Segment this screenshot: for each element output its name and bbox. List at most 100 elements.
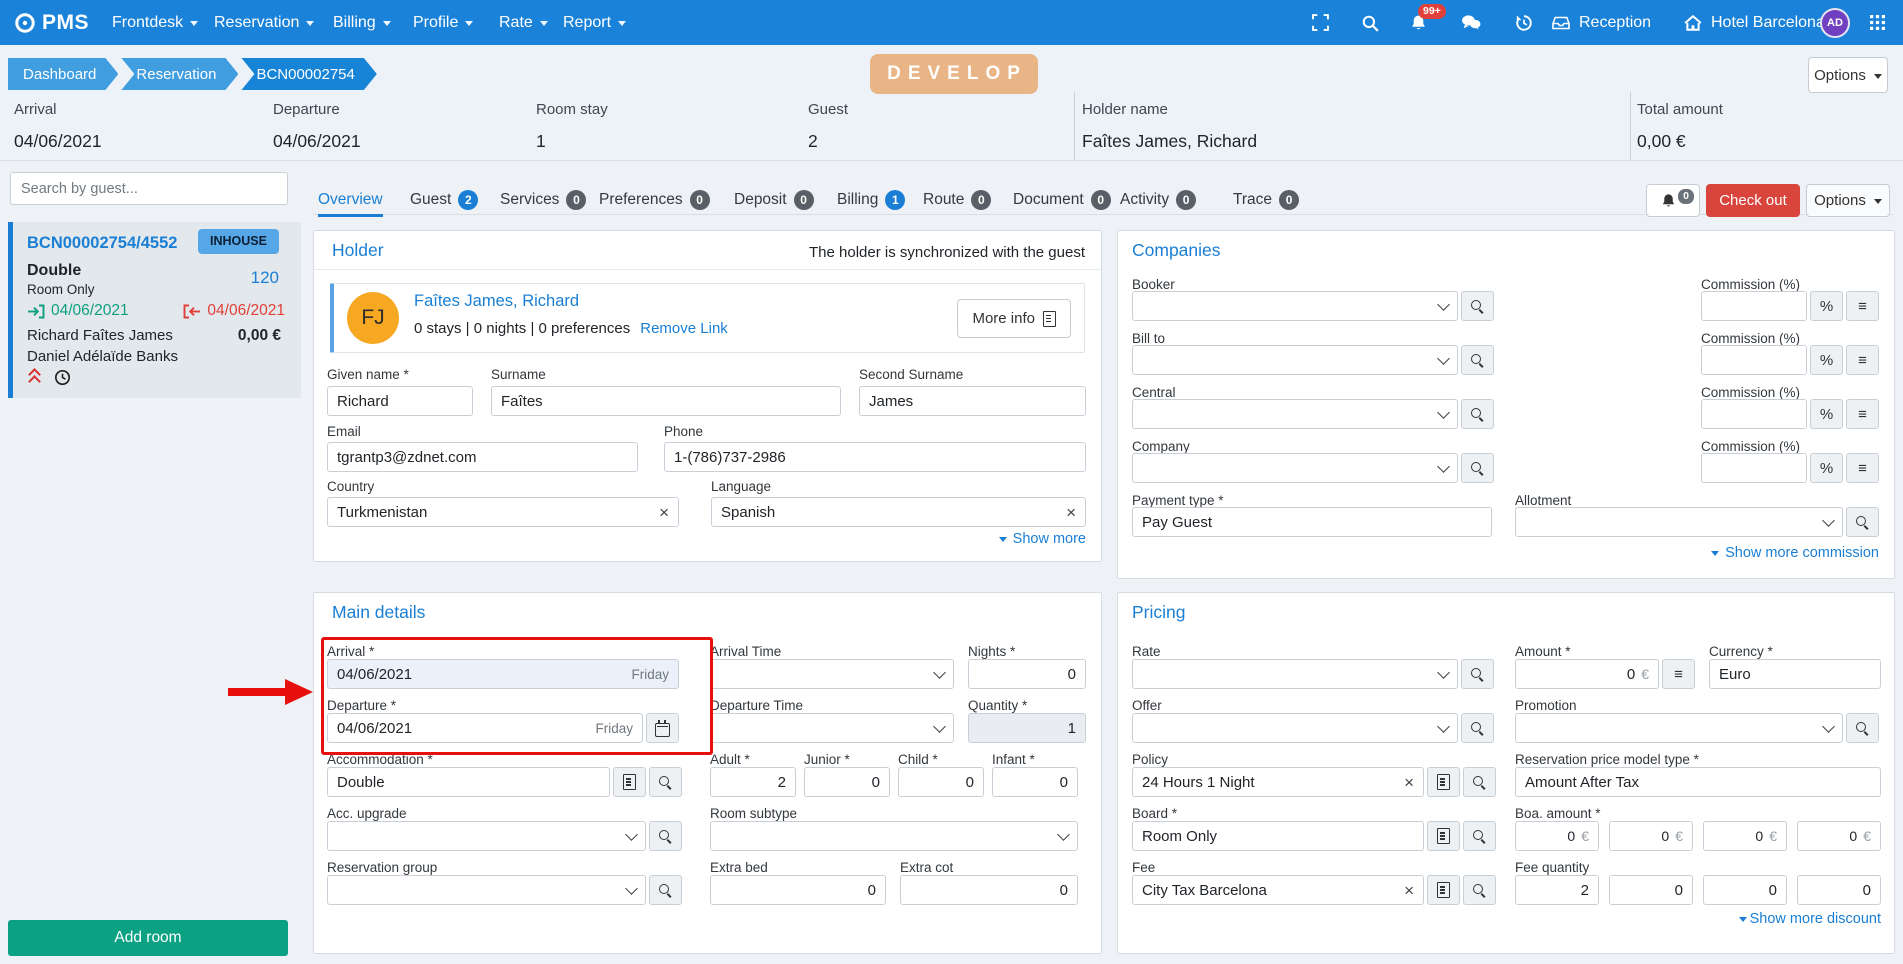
document-button[interactable] bbox=[613, 767, 646, 797]
fee-quantity-field-2[interactable]: 0 bbox=[1609, 875, 1693, 905]
search-button[interactable] bbox=[1461, 345, 1494, 375]
hotel-switcher[interactable]: Hotel Barcelona bbox=[1684, 0, 1825, 45]
breadcrumb-reservation[interactable]: Reservation bbox=[121, 58, 238, 90]
search-icon[interactable] bbox=[1358, 0, 1382, 45]
arrival-field[interactable]: 04/06/2021Friday bbox=[327, 659, 679, 689]
search-button[interactable] bbox=[1461, 399, 1494, 429]
tab-deposit[interactable]: Deposit0 bbox=[734, 185, 814, 214]
billto-field[interactable] bbox=[1132, 345, 1494, 375]
guest-search-input[interactable] bbox=[10, 172, 288, 205]
breadcrumb-dashboard[interactable]: Dashboard bbox=[8, 58, 118, 90]
given-name-field[interactable]: Richard bbox=[327, 386, 473, 416]
second-surname-field[interactable]: James bbox=[859, 386, 1086, 416]
fullscreen-icon[interactable] bbox=[1308, 0, 1332, 45]
fee-field[interactable]: City Tax Barcelona× bbox=[1132, 875, 1496, 905]
percent-button[interactable]: % bbox=[1810, 291, 1843, 321]
calendar-button[interactable] bbox=[646, 713, 679, 743]
adult-field[interactable]: 2 bbox=[710, 767, 796, 797]
child-field[interactable]: 0 bbox=[898, 767, 984, 797]
extra-cot-field[interactable]: 0 bbox=[900, 875, 1078, 905]
search-button[interactable] bbox=[649, 875, 682, 905]
search-button[interactable] bbox=[1461, 713, 1494, 743]
tab-activity[interactable]: Activity0 bbox=[1120, 185, 1196, 214]
document-button[interactable] bbox=[1427, 875, 1460, 905]
departure-field[interactable]: 04/06/2021Friday bbox=[327, 713, 679, 743]
tab-document[interactable]: Document0 bbox=[1013, 185, 1111, 214]
messages-icon[interactable] bbox=[1458, 0, 1484, 45]
search-button[interactable] bbox=[1846, 507, 1879, 537]
amount-field[interactable]: 0€ ≡ bbox=[1515, 659, 1695, 689]
tab-preferences[interactable]: Preferences0 bbox=[599, 185, 710, 214]
departure-time-field[interactable] bbox=[710, 713, 954, 743]
boa-amount-field-4[interactable]: 0€ bbox=[1797, 821, 1881, 851]
acc-upgrade-field[interactable] bbox=[327, 821, 682, 851]
reservation-options-button[interactable]: Options bbox=[1806, 184, 1890, 217]
add-room-button[interactable]: Add room bbox=[8, 920, 288, 956]
percent-button[interactable]: % bbox=[1810, 399, 1843, 429]
clear-icon[interactable]: × bbox=[1404, 774, 1414, 791]
company-field[interactable] bbox=[1132, 453, 1494, 483]
arrival-time-field[interactable] bbox=[710, 659, 954, 689]
amount-menu-button[interactable]: ≡ bbox=[1662, 659, 1695, 689]
boa-amount-field-1[interactable]: 0€ bbox=[1515, 821, 1599, 851]
booker-commission-field[interactable]: %≡ bbox=[1701, 291, 1879, 321]
show-more-commission-link[interactable]: Show more commission bbox=[1711, 545, 1879, 561]
tab-guest[interactable]: Guest2 bbox=[410, 185, 478, 214]
booker-field[interactable] bbox=[1132, 291, 1494, 321]
room-reservation-code[interactable]: BCN00002754/4552 bbox=[27, 234, 177, 253]
tab-route[interactable]: Route0 bbox=[923, 185, 991, 214]
commission-menu-button[interactable]: ≡ bbox=[1846, 399, 1879, 429]
nights-field[interactable]: 0 bbox=[968, 659, 1086, 689]
country-field[interactable]: Turkmenistan× bbox=[327, 497, 679, 527]
phone-field[interactable]: 1-(786)737-2986 bbox=[664, 442, 1086, 472]
room-card[interactable]: BCN00002754/4552 INHOUSE Double 120 Room… bbox=[8, 222, 301, 398]
junior-field[interactable]: 0 bbox=[804, 767, 890, 797]
user-avatar[interactable]: AD bbox=[1820, 0, 1850, 45]
fee-quantity-field-1[interactable]: 2 bbox=[1515, 875, 1599, 905]
central-field[interactable] bbox=[1132, 399, 1494, 429]
commission-menu-button[interactable]: ≡ bbox=[1846, 453, 1879, 483]
apps-grid-icon[interactable] bbox=[1864, 0, 1890, 45]
boa-amount-field-3[interactable]: 0€ bbox=[1703, 821, 1787, 851]
menu-profile[interactable]: Profile bbox=[413, 0, 473, 45]
menu-frontdesk[interactable]: Frontdesk bbox=[112, 0, 198, 45]
email-field[interactable]: tgrantp3@zdnet.com bbox=[327, 442, 638, 472]
more-info-button[interactable]: More info bbox=[957, 299, 1071, 338]
language-field[interactable]: Spanish× bbox=[711, 497, 1086, 527]
notifications-bell-icon[interactable]: 99+ bbox=[1406, 0, 1430, 45]
search-button[interactable] bbox=[1463, 821, 1496, 851]
reservation-group-field[interactable] bbox=[327, 875, 682, 905]
allotment-field[interactable] bbox=[1515, 507, 1879, 537]
menu-billing[interactable]: Billing bbox=[333, 0, 391, 45]
percent-button[interactable]: % bbox=[1810, 345, 1843, 375]
rate-field[interactable] bbox=[1132, 659, 1494, 689]
accommodation-field[interactable]: Double bbox=[327, 767, 682, 797]
document-button[interactable] bbox=[1427, 821, 1460, 851]
promotion-field[interactable] bbox=[1515, 713, 1879, 743]
holder-show-more-link[interactable]: Show more bbox=[999, 531, 1086, 547]
menu-reservation[interactable]: Reservation bbox=[214, 0, 314, 45]
infant-field[interactable]: 0 bbox=[992, 767, 1078, 797]
surname-field[interactable]: Faîtes bbox=[491, 386, 841, 416]
menu-report[interactable]: Report bbox=[563, 0, 626, 45]
policy-field[interactable]: 24 Hours 1 Night× bbox=[1132, 767, 1496, 797]
breadcrumb-current[interactable]: BCN00002754 bbox=[241, 58, 376, 90]
room-subtype-field[interactable] bbox=[710, 821, 1078, 851]
percent-button[interactable]: % bbox=[1810, 453, 1843, 483]
document-button[interactable] bbox=[1427, 767, 1460, 797]
check-out-button[interactable]: Check out bbox=[1706, 184, 1800, 217]
central-commission-field[interactable]: %≡ bbox=[1701, 399, 1879, 429]
app-logo[interactable]: PMS bbox=[14, 0, 89, 45]
clear-icon[interactable]: × bbox=[1404, 882, 1414, 899]
tab-trace[interactable]: Trace0 bbox=[1233, 185, 1299, 214]
page-options-button[interactable]: Options bbox=[1808, 57, 1888, 93]
billto-commission-field[interactable]: %≡ bbox=[1701, 345, 1879, 375]
holder-name-link[interactable]: Faîtes James, Richard bbox=[414, 292, 579, 311]
company-commission-field[interactable]: %≡ bbox=[1701, 453, 1879, 483]
search-button[interactable] bbox=[649, 821, 682, 851]
search-button[interactable] bbox=[1461, 659, 1494, 689]
offer-field[interactable] bbox=[1132, 713, 1494, 743]
boa-amount-field-2[interactable]: 0€ bbox=[1609, 821, 1693, 851]
currency-field[interactable]: Euro bbox=[1709, 659, 1881, 689]
clear-icon[interactable]: × bbox=[1066, 504, 1076, 521]
